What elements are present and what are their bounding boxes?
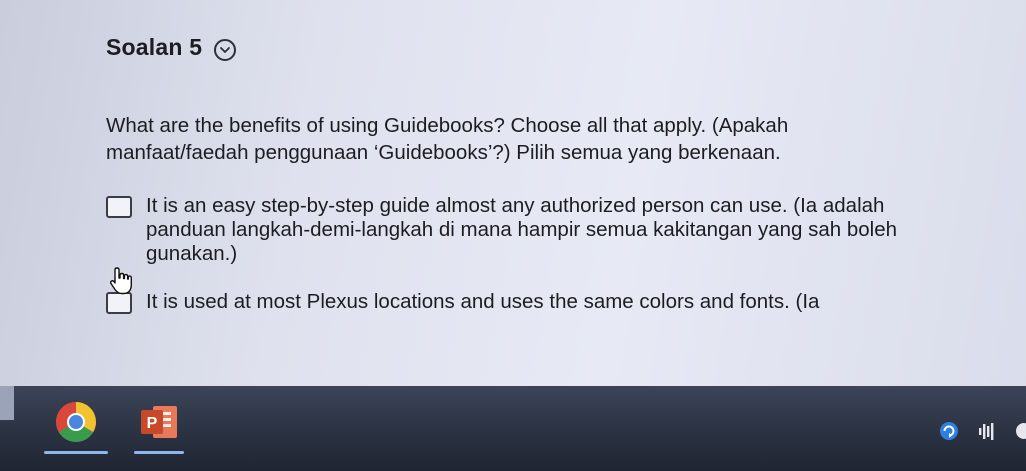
option-1-checkbox[interactable] xyxy=(106,196,132,218)
taskbar-powerpoint-button[interactable]: P xyxy=(128,394,190,454)
powerpoint-active-indicator xyxy=(134,451,184,454)
tray-extra-button[interactable] xyxy=(1014,420,1026,442)
chevron-down-icon xyxy=(220,46,231,53)
question-header: Soalan 5 xyxy=(106,34,237,61)
option-1-label[interactable]: It is an easy step-by-step guide almost … xyxy=(146,194,926,266)
taskbar: P xyxy=(0,386,1026,471)
option-2[interactable]: It is used at most Plexus locations and … xyxy=(106,290,926,314)
option-2-label[interactable]: It is used at most Plexus locations and … xyxy=(146,290,926,314)
tray-icon xyxy=(1016,423,1026,439)
question-prompt: What are the benefits of using Guidebook… xyxy=(106,114,789,164)
option-1[interactable]: It is an easy step-by-step guide almost … xyxy=(106,194,926,266)
tray-sync-button[interactable] xyxy=(938,420,960,442)
taskbar-chrome-button[interactable] xyxy=(38,394,114,454)
sync-icon xyxy=(940,422,958,440)
hand-cursor-icon xyxy=(108,266,134,301)
quiz-screen: Soalan 5 What are the benefits of using … xyxy=(0,0,1026,386)
volume-icon xyxy=(979,423,994,440)
question-title: Soalan 5 xyxy=(106,34,203,60)
tray-volume-button[interactable] xyxy=(976,420,998,442)
powerpoint-glyph: P xyxy=(147,415,158,432)
chrome-active-indicator xyxy=(44,451,108,454)
question-status-icon[interactable] xyxy=(214,38,237,61)
chrome-icon xyxy=(56,402,96,442)
powerpoint-icon: P xyxy=(141,406,177,438)
taskbar-edge xyxy=(0,386,14,420)
